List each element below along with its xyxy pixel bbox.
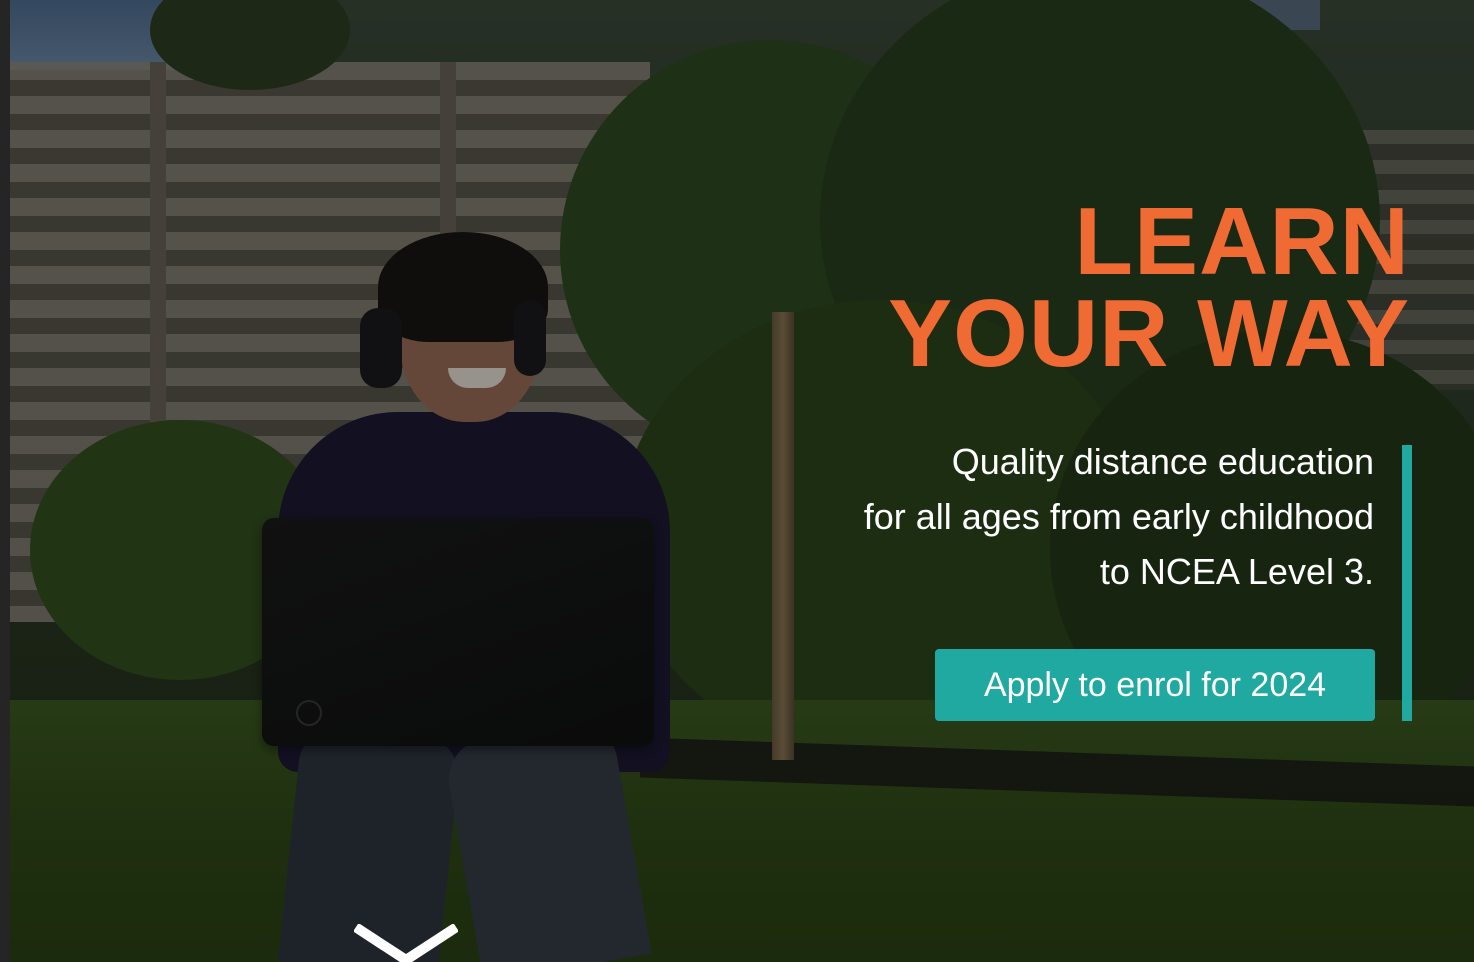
description-line-3: to NCEA Level 3. [1099, 551, 1374, 592]
apply-to-enrol-button[interactable]: Apply to enrol for 2024 [935, 649, 1375, 721]
description-line-1: Quality distance education [951, 441, 1374, 482]
description-line-2: for all ages from early childhood [863, 496, 1374, 537]
hero-headline: LEARN YOUR WAY [888, 188, 1410, 387]
headline-line-2: YOUR WAY [888, 280, 1410, 387]
chevron-down-icon[interactable] [354, 924, 458, 962]
hero-description: Quality distance education for all ages … [734, 434, 1374, 599]
accent-bar [1402, 445, 1412, 721]
headline-line-1: LEARN [1074, 188, 1410, 295]
hero-banner: LEARN YOUR WAY Quality distance educatio… [0, 0, 1474, 962]
